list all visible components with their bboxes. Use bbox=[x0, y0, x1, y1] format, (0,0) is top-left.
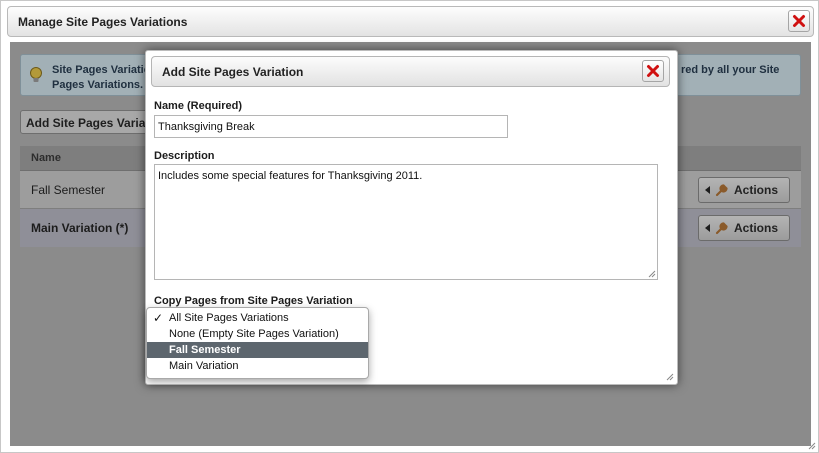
close-icon bbox=[647, 65, 659, 77]
inner-dialog-header: Add Site Pages Variation bbox=[151, 56, 670, 87]
close-dialog-button[interactable] bbox=[788, 10, 810, 32]
copy-pages-dropdown[interactable]: ✓ All Site Pages Variations None (Empty … bbox=[146, 307, 369, 379]
inner-dialog-title: Add Site Pages Variation bbox=[162, 65, 304, 79]
option-label: Main Variation bbox=[169, 360, 239, 372]
resize-grip-icon[interactable] bbox=[808, 442, 816, 450]
dropdown-option-main-variation[interactable]: Main Variation bbox=[147, 358, 368, 374]
actions-button[interactable]: Actions bbox=[698, 177, 790, 203]
column-header-name: Name bbox=[31, 152, 61, 164]
copy-pages-label: Copy Pages from Site Pages Variation bbox=[154, 295, 353, 307]
close-inner-dialog-button[interactable] bbox=[642, 60, 664, 82]
actions-button[interactable]: Actions bbox=[698, 215, 790, 241]
dropdown-option-all[interactable]: ✓ All Site Pages Variations bbox=[147, 310, 368, 326]
option-label: None (Empty Site Pages Variation) bbox=[169, 328, 339, 340]
close-icon bbox=[793, 15, 805, 27]
resize-grip-icon[interactable] bbox=[666, 373, 674, 381]
dialog-title: Manage Site Pages Variations bbox=[18, 15, 188, 29]
info-text-continued: red by all your Site bbox=[681, 64, 780, 76]
description-textarea[interactable]: Includes some special features for Thank… bbox=[154, 164, 658, 280]
option-label: Fall Semester bbox=[169, 344, 241, 356]
name-input[interactable] bbox=[154, 115, 508, 138]
name-label: Name (Required) bbox=[154, 100, 243, 112]
dialog-header: Manage Site Pages Variations bbox=[7, 6, 814, 37]
caret-left-icon bbox=[705, 186, 710, 194]
add-variation-button[interactable]: Add Site Pages Variatio bbox=[20, 110, 160, 134]
caret-left-icon bbox=[705, 224, 710, 232]
actions-label: Actions bbox=[734, 221, 779, 235]
row-name: Fall Semester bbox=[31, 183, 106, 197]
dropdown-option-fall-semester[interactable]: Fall Semester bbox=[147, 342, 368, 358]
checkmark-icon: ✓ bbox=[153, 311, 164, 325]
wrench-icon bbox=[715, 222, 728, 235]
option-label: All Site Pages Variations bbox=[169, 312, 289, 324]
lightbulb-icon bbox=[30, 67, 42, 82]
textarea-resize-icon[interactable] bbox=[648, 270, 656, 278]
actions-label: Actions bbox=[734, 183, 779, 197]
description-label: Description bbox=[154, 150, 215, 162]
wrench-icon bbox=[715, 184, 728, 197]
row-name: Main Variation (*) bbox=[31, 221, 129, 235]
add-variation-dialog: Add Site Pages Variation Name (Required)… bbox=[145, 50, 678, 385]
dropdown-option-none[interactable]: None (Empty Site Pages Variation) bbox=[147, 326, 368, 342]
